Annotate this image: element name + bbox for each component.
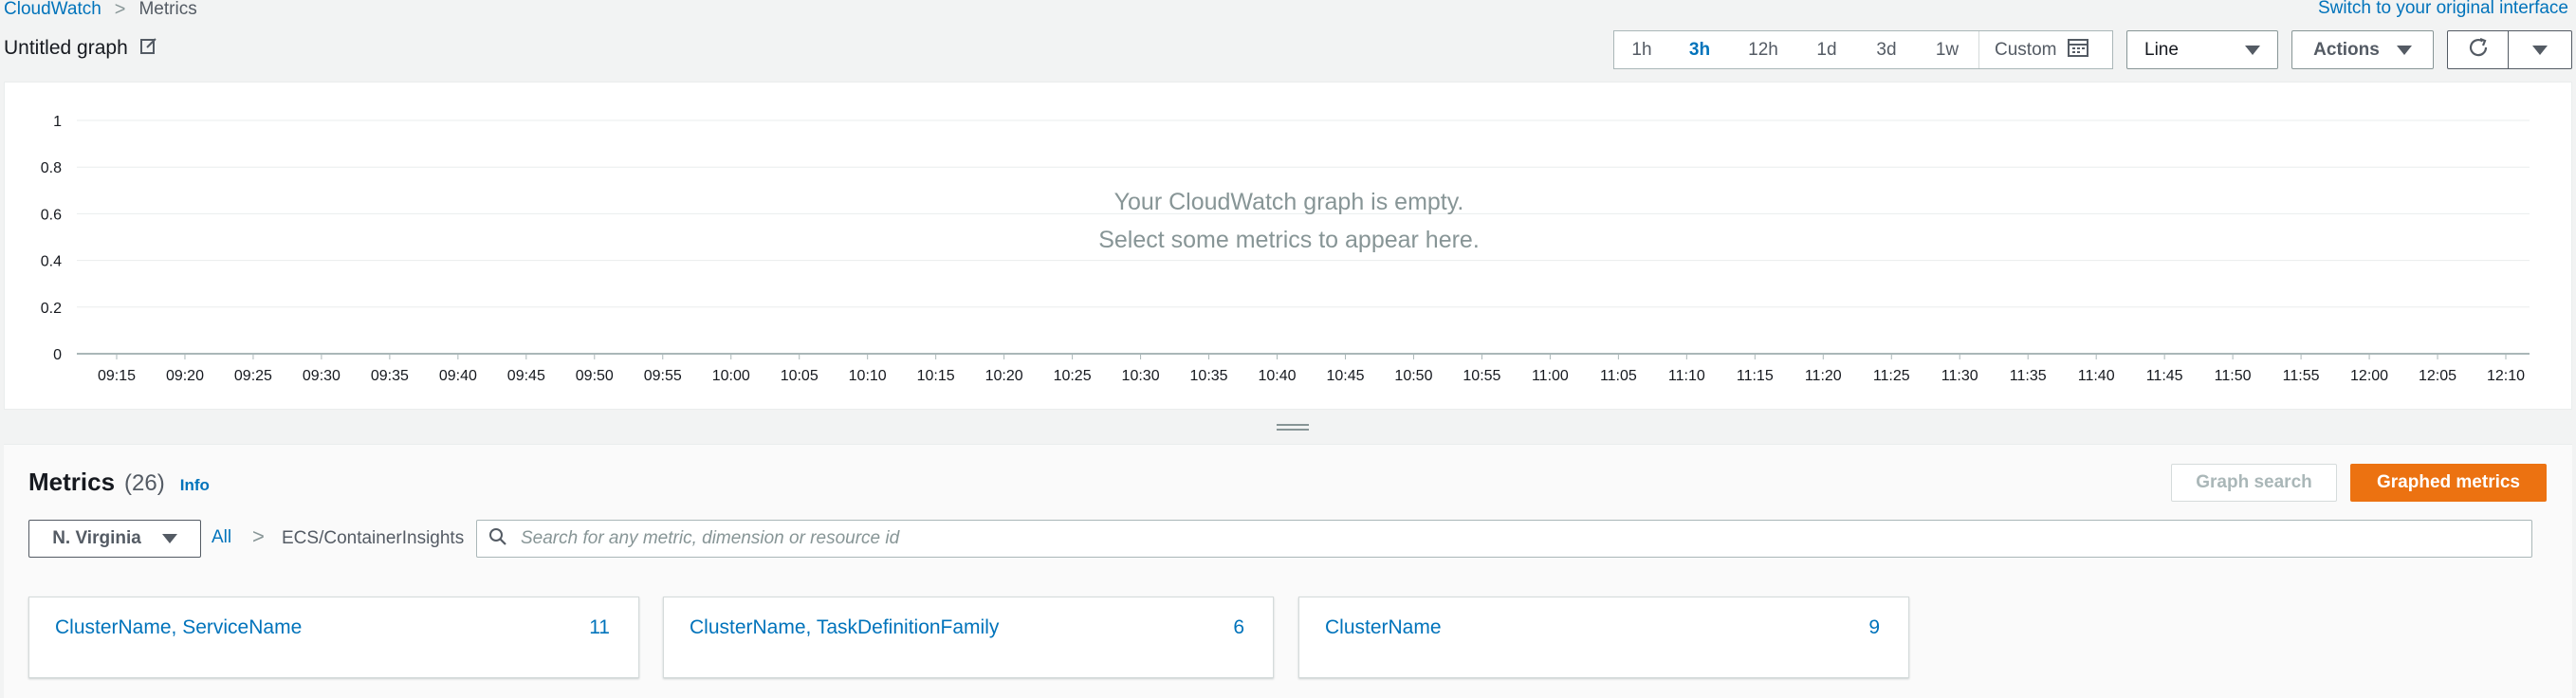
x-tick-label: 10:00 — [712, 368, 750, 384]
y-tick-label: 0 — [53, 347, 62, 363]
time-range-selector: 1h 3h 12h 1d 3d 1w Custom — [1613, 30, 2113, 69]
x-tick-label: 11:40 — [2078, 368, 2115, 384]
chart-type-value: Line — [2144, 39, 2179, 60]
search-icon — [488, 527, 507, 551]
metric-search-box — [476, 520, 2532, 558]
panel-resize-handle[interactable] — [1277, 424, 1309, 433]
x-tick-label: 10:55 — [1463, 368, 1500, 384]
time-range-custom[interactable]: Custom — [1978, 31, 2098, 68]
breadcrumb: CloudWatch > Metrics — [4, 0, 197, 21]
x-tick-label: 11:35 — [2010, 368, 2047, 384]
breadcrumb-current: Metrics — [138, 0, 197, 19]
switch-interface-link[interactable]: Switch to your original interface — [2318, 0, 2568, 19]
x-tick-label: 09:50 — [576, 368, 614, 384]
graph-panel: 1 0.8 0.6 0.4 0.2 0 09:15 09:20 09:25 09:30 09:35 0… — [4, 82, 2572, 410]
refresh-group — [2447, 30, 2572, 69]
metrics-panel: Metrics (26) Info Graph search Graphed m… — [4, 444, 2572, 698]
x-tick-label: 10:05 — [781, 368, 819, 384]
x-tick-label: 09:15 — [98, 368, 136, 384]
time-range-12h[interactable]: 12h — [1730, 31, 1796, 68]
x-tick-label: 11:55 — [2283, 368, 2320, 384]
x-tick-label: 09:20 — [166, 368, 204, 384]
caret-down-icon — [2532, 45, 2548, 55]
x-tick-label: 10:40 — [1258, 368, 1296, 384]
x-tick-label: 11:30 — [1941, 368, 1978, 384]
graph-title: Untitled graph — [4, 37, 128, 59]
refresh-icon — [2467, 36, 2490, 64]
y-tick-label: 0.8 — [41, 160, 62, 176]
x-tick-label: 09:45 — [507, 368, 545, 384]
metrics-count: (26) — [124, 470, 165, 496]
calendar-icon — [2068, 38, 2089, 63]
time-range-3d[interactable]: 3d — [1857, 31, 1916, 68]
empty-message-line1: Your CloudWatch graph is empty. — [1113, 189, 1464, 215]
x-tick-label: 11:00 — [1532, 368, 1569, 384]
x-tick-label: 11:05 — [1600, 368, 1637, 384]
crumb-separator: > — [252, 524, 265, 548]
region-select[interactable]: N. Virginia — [28, 520, 201, 558]
refresh-button[interactable] — [2448, 31, 2509, 68]
dimension-card-name[interactable]: ClusterName, TaskDefinitionFamily — [690, 616, 999, 639]
x-tick-label: 09:40 — [439, 368, 477, 384]
breadcrumb-cloudwatch-link[interactable]: CloudWatch — [4, 0, 101, 20]
metric-search-input[interactable] — [521, 528, 2228, 549]
y-tick-label: 1 — [53, 114, 62, 130]
chart-type-select[interactable]: Line — [2126, 30, 2278, 69]
x-tick-label: 11:50 — [2215, 368, 2252, 384]
x-tick-label: 10:45 — [1326, 368, 1364, 384]
y-tick-label: 0.2 — [41, 301, 62, 317]
x-tick-label: 12:05 — [2419, 368, 2456, 384]
time-range-3h[interactable]: 3h — [1669, 31, 1730, 68]
actions-label: Actions — [2313, 39, 2380, 60]
caret-down-icon — [2396, 45, 2412, 55]
refresh-interval-dropdown[interactable] — [2509, 31, 2571, 68]
metrics-header: Metrics (26) Info — [28, 468, 210, 497]
x-tick-label: 09:55 — [644, 368, 682, 384]
time-range-1w[interactable]: 1w — [1916, 31, 1978, 68]
dimension-card-name[interactable]: ClusterName, ServiceName — [55, 616, 302, 639]
metrics-title: Metrics — [28, 468, 116, 496]
x-tick-label: 11:10 — [1668, 368, 1705, 384]
x-tick-label: 11:15 — [1737, 368, 1774, 384]
x-tick-label: 12:10 — [2487, 368, 2525, 384]
x-tick-label: 10:50 — [1394, 368, 1432, 384]
x-tick-label: 09:25 — [234, 368, 272, 384]
x-tick-label: 11:25 — [1873, 368, 1910, 384]
edit-icon[interactable] — [139, 36, 158, 61]
dimension-card-count: 6 — [1233, 616, 1244, 638]
x-tick-label: 09:35 — [371, 368, 409, 384]
info-link[interactable]: Info — [180, 476, 210, 495]
caret-down-icon — [161, 534, 177, 543]
empty-graph-message: Your CloudWatch graph is empty. Select s… — [5, 183, 2573, 259]
namespace-crumb-all[interactable]: All — [212, 527, 231, 548]
x-tick-label: 10:25 — [1054, 368, 1092, 384]
time-range-1h[interactable]: 1h — [1614, 31, 1669, 68]
x-tick-label: 11:45 — [2146, 368, 2183, 384]
actions-dropdown[interactable]: Actions — [2291, 30, 2434, 69]
x-tick-label: 09:30 — [303, 368, 340, 384]
dimension-card[interactable]: ClusterName 9 — [1298, 597, 1909, 678]
custom-label: Custom — [1995, 39, 2057, 60]
dimension-card[interactable]: ClusterName, ServiceName 11 — [28, 597, 639, 678]
dimension-card[interactable]: ClusterName, TaskDefinitionFamily 6 — [663, 597, 1274, 678]
x-tick-label: 11:20 — [1805, 368, 1842, 384]
namespace-crumb-current: ECS/ContainerInsights — [282, 528, 465, 548]
x-tick-label: 10:35 — [1190, 368, 1228, 384]
x-tick-label: 10:20 — [985, 368, 1023, 384]
x-tick-label: 10:10 — [849, 368, 887, 384]
time-range-1d[interactable]: 1d — [1796, 31, 1857, 68]
graphed-metrics-button[interactable]: Graphed metrics — [2350, 464, 2547, 502]
x-tick-label: 10:30 — [1122, 368, 1160, 384]
graph-search-button[interactable]: Graph search — [2171, 464, 2337, 502]
dimension-card-count: 11 — [589, 616, 610, 638]
graph-title-container: Untitled graph — [4, 36, 158, 61]
breadcrumb-separator: > — [114, 0, 126, 20]
empty-message-line2: Select some metrics to appear here. — [1098, 227, 1480, 253]
dimension-card-name[interactable]: ClusterName — [1325, 616, 1442, 639]
caret-down-icon — [2245, 45, 2260, 55]
region-value: N. Virginia — [52, 528, 141, 548]
x-tick-label: 12:00 — [2350, 368, 2388, 384]
dimension-card-count: 9 — [1868, 616, 1880, 638]
x-tick-label: 10:15 — [917, 368, 955, 384]
